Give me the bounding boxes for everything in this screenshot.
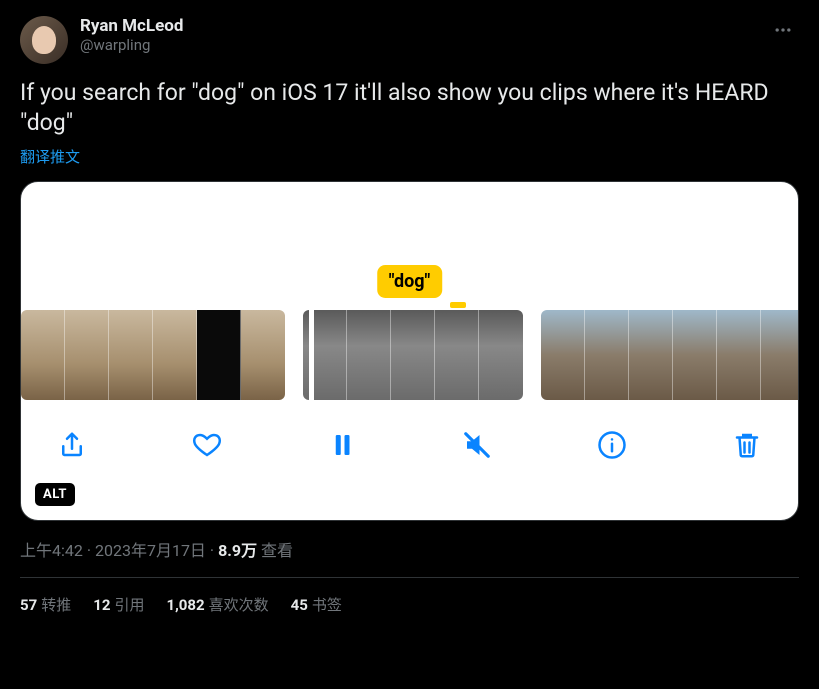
alt-badge[interactable]: ALT	[35, 483, 75, 506]
handle: @warpling	[80, 36, 767, 54]
mute-button[interactable]	[460, 428, 494, 462]
clip-group[interactable]	[21, 310, 285, 400]
playhead-marker	[450, 302, 466, 308]
clip-group-active[interactable]	[303, 310, 523, 400]
clip-frame	[21, 310, 65, 400]
clip-frame	[673, 310, 717, 400]
clip-frame	[435, 310, 479, 400]
bookmarks-stat[interactable]: 45书签	[291, 594, 342, 615]
pause-icon	[327, 430, 357, 460]
tweet-card: Ryan McLeod @warpling If you search for …	[0, 0, 819, 631]
delete-button[interactable]	[730, 428, 764, 462]
views-count: 8.9万	[218, 541, 257, 560]
clip-frame	[391, 310, 435, 400]
clip-frame	[65, 310, 109, 400]
share-icon	[57, 430, 87, 460]
clip-frame	[303, 310, 347, 400]
clip-frame	[585, 310, 629, 400]
translate-link[interactable]: 翻译推文	[20, 146, 799, 167]
likes-stat[interactable]: 1,082喜欢次数	[166, 594, 268, 615]
trash-icon	[732, 430, 762, 460]
more-icon	[773, 20, 793, 40]
clip-frame	[347, 310, 391, 400]
more-button[interactable]	[767, 16, 799, 49]
quotes-stat[interactable]: 12引用	[93, 594, 144, 615]
tweet-text: If you search for "dog" on iOS 17 it'll …	[20, 78, 799, 138]
clip-frame	[717, 310, 761, 400]
clip-frame	[153, 310, 197, 400]
tweet-header: Ryan McLeod @warpling	[20, 16, 799, 64]
avatar[interactable]	[20, 16, 68, 64]
info-button[interactable]	[595, 428, 629, 462]
tweet-meta: 上午4:42 · 2023年7月17日 · 8.9万 查看	[20, 537, 799, 561]
share-button[interactable]	[55, 428, 89, 462]
info-icon	[597, 430, 627, 460]
clip-frame	[479, 310, 523, 400]
media-toolbar	[21, 400, 798, 462]
media-preview-top: "dog"	[21, 182, 798, 310]
mute-icon	[462, 430, 492, 460]
views-label: 查看	[257, 541, 293, 560]
clip-frame	[541, 310, 585, 400]
clip-frame	[109, 310, 153, 400]
like-button[interactable]	[190, 428, 224, 462]
clip-frame	[197, 310, 241, 400]
tweet-time[interactable]: 上午4:42	[20, 541, 83, 560]
tweet-date[interactable]: 2023年7月17日	[95, 541, 206, 560]
clip-frame	[761, 310, 798, 400]
engagement-stats: 57转推 12引用 1,082喜欢次数 45书签	[20, 578, 799, 631]
author-names[interactable]: Ryan McLeod @warpling	[80, 16, 767, 54]
clip-frame	[241, 310, 285, 400]
pause-button[interactable]	[325, 428, 359, 462]
media-attachment[interactable]: "dog"	[20, 181, 799, 521]
retweets-stat[interactable]: 57转推	[20, 594, 71, 615]
search-highlight-label: "dog"	[377, 265, 443, 298]
video-timeline[interactable]	[21, 310, 798, 400]
display-name: Ryan McLeod	[80, 16, 767, 36]
clip-frame	[629, 310, 673, 400]
heart-icon	[192, 430, 222, 460]
clip-group[interactable]	[541, 310, 798, 400]
